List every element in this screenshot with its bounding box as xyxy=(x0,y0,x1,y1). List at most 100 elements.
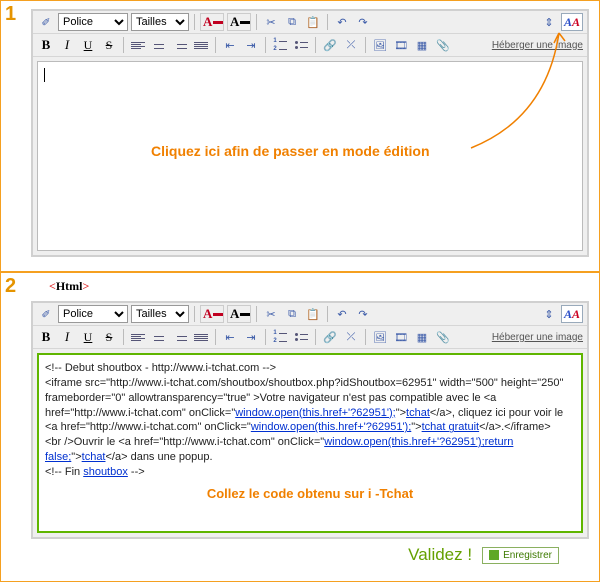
strike-button[interactable]: S xyxy=(100,36,118,54)
step-number-1: 1 xyxy=(5,3,16,26)
separator xyxy=(194,306,195,322)
editor-code-area[interactable]: <!-- Debut shoutbox - http://www.i-tchat… xyxy=(37,353,583,533)
image-icon[interactable]: 🖼 xyxy=(371,36,389,54)
highlight-color-button[interactable]: A xyxy=(227,305,251,323)
redo-icon[interactable]: ↷ xyxy=(354,13,372,31)
text-color-button[interactable]: A xyxy=(200,305,224,323)
text-caret xyxy=(44,68,45,82)
step-2-panel: 2 <Html> ✐ Police Tailles A A ✂ ⧉ 📋 ↶ ↷ … xyxy=(0,272,600,582)
separator xyxy=(123,37,124,53)
outdent-icon[interactable]: ⇤ xyxy=(221,36,239,54)
expand-icon[interactable]: ⇕ xyxy=(540,305,558,323)
copy-icon[interactable]: ⧉ xyxy=(283,13,301,31)
attach-icon[interactable]: 📎 xyxy=(434,36,452,54)
cut-icon[interactable]: ✂ xyxy=(262,13,280,31)
expand-icon[interactable]: ⇕ xyxy=(540,13,558,31)
disk-icon xyxy=(489,550,499,560)
separator xyxy=(365,37,366,53)
cut-icon[interactable]: ✂ xyxy=(262,305,280,323)
separator xyxy=(315,329,316,345)
attach-icon[interactable]: 📎 xyxy=(434,328,452,346)
align-center-icon[interactable] xyxy=(150,328,168,346)
save-button-label: Enregistrer xyxy=(503,550,552,561)
ordered-list-icon[interactable]: 12 xyxy=(271,328,289,346)
code-link[interactable]: tchat gratuit xyxy=(422,421,479,433)
italic-button[interactable]: I xyxy=(58,328,76,346)
size-select[interactable]: Tailles xyxy=(131,13,189,31)
spellcheck-icon[interactable]: ✐ xyxy=(37,305,55,323)
video-icon[interactable]: 🎞 xyxy=(392,36,410,54)
underline-button[interactable]: U xyxy=(79,328,97,346)
unlink-icon[interactable]: ⤫ xyxy=(342,36,360,54)
align-center-icon[interactable] xyxy=(150,36,168,54)
html-badge: <Html> xyxy=(45,279,93,294)
step-1-panel: 1 ✐ Police Tailles A A ✂ ⧉ 📋 ↶ ↷ ⇕ AA xyxy=(0,0,600,272)
video-icon[interactable]: 🎞 xyxy=(392,328,410,346)
paste-icon[interactable]: 📋 xyxy=(304,13,322,31)
strike-button[interactable]: S xyxy=(100,328,118,346)
unlink-icon[interactable]: ⤫ xyxy=(342,328,360,346)
separator xyxy=(215,37,216,53)
toggle-html-mode-button[interactable]: AA xyxy=(561,305,583,323)
text-color-button[interactable]: A xyxy=(200,13,224,31)
toggle-html-mode-button[interactable]: AA xyxy=(561,13,583,31)
bold-button[interactable]: B xyxy=(37,328,55,346)
ordered-list-icon[interactable]: 12 xyxy=(271,36,289,54)
toolbar-row-1: ✐ Police Tailles A A ✂ ⧉ 📋 ↶ ↷ ⇕ AA xyxy=(33,11,587,34)
indent-icon[interactable]: ⇥ xyxy=(242,36,260,54)
code-link[interactable]: window.open(this.href+'?62951'); xyxy=(235,407,395,419)
toolbar-row-2: B I U S ⇤ ⇥ 12 🔗 ⤫ 🖼 🎞 ▦ 📎 Héberger une … xyxy=(33,326,587,349)
redo-icon[interactable]: ↷ xyxy=(354,305,372,323)
editor-content-area[interactable] xyxy=(37,61,583,251)
table-icon[interactable]: ▦ xyxy=(413,36,431,54)
toolbar-row-2: B I U S ⇤ ⇥ 12 🔗 ⤫ 🖼 🎞 ▦ 📎 Héberger une … xyxy=(33,34,587,57)
font-select[interactable]: Police xyxy=(58,13,128,31)
code-link[interactable]: window.open(this.href+'?62951'); xyxy=(251,421,411,433)
indent-icon[interactable]: ⇥ xyxy=(242,328,260,346)
align-right-icon[interactable] xyxy=(171,328,189,346)
unordered-list-icon[interactable] xyxy=(292,328,310,346)
copy-icon[interactable]: ⧉ xyxy=(283,305,301,323)
align-left-icon[interactable] xyxy=(129,36,147,54)
font-select[interactable]: Police xyxy=(58,305,128,323)
align-justify-icon[interactable] xyxy=(192,36,210,54)
save-button[interactable]: Enregistrer xyxy=(482,547,559,564)
separator xyxy=(265,329,266,345)
link-icon[interactable]: 🔗 xyxy=(321,328,339,346)
undo-icon[interactable]: ↶ xyxy=(333,13,351,31)
host-image-link[interactable]: Héberger une image xyxy=(492,40,583,51)
align-right-icon[interactable] xyxy=(171,36,189,54)
highlight-color-button[interactable]: A xyxy=(227,13,251,31)
separator xyxy=(365,329,366,345)
rich-text-editor-2: ✐ Police Tailles A A ✂ ⧉ 📋 ↶ ↷ ⇕ AA B I … xyxy=(31,301,589,539)
code-link[interactable]: tchat xyxy=(82,451,106,463)
spellcheck-icon[interactable]: ✐ xyxy=(37,13,55,31)
code-block: <!-- Debut shoutbox - http://www.i-tchat… xyxy=(45,361,575,480)
align-justify-icon[interactable] xyxy=(192,328,210,346)
code-link[interactable]: tchat xyxy=(406,407,430,419)
table-icon[interactable]: ▦ xyxy=(413,328,431,346)
separator xyxy=(327,14,328,30)
separator xyxy=(327,306,328,322)
validate-label: Validez ! xyxy=(408,545,472,565)
link-icon[interactable]: 🔗 xyxy=(321,36,339,54)
image-icon[interactable]: 🖼 xyxy=(371,328,389,346)
host-image-link[interactable]: Héberger une image xyxy=(492,332,583,343)
align-left-icon[interactable] xyxy=(129,328,147,346)
separator xyxy=(265,37,266,53)
underline-button[interactable]: U xyxy=(79,36,97,54)
bold-button[interactable]: B xyxy=(37,36,55,54)
code-link[interactable]: shoutbox xyxy=(83,466,128,478)
separator xyxy=(194,14,195,30)
size-select[interactable]: Tailles xyxy=(131,305,189,323)
undo-icon[interactable]: ↶ xyxy=(333,305,351,323)
step-number-2: 2 xyxy=(5,275,16,298)
callout-paste-code: Collez le code obtenu sur i -Tchat xyxy=(45,486,575,501)
paste-icon[interactable]: 📋 xyxy=(304,305,322,323)
italic-button[interactable]: I xyxy=(58,36,76,54)
separator xyxy=(256,14,257,30)
separator xyxy=(256,306,257,322)
toolbar-row-1: ✐ Police Tailles A A ✂ ⧉ 📋 ↶ ↷ ⇕ AA xyxy=(33,303,587,326)
outdent-icon[interactable]: ⇤ xyxy=(221,328,239,346)
unordered-list-icon[interactable] xyxy=(292,36,310,54)
